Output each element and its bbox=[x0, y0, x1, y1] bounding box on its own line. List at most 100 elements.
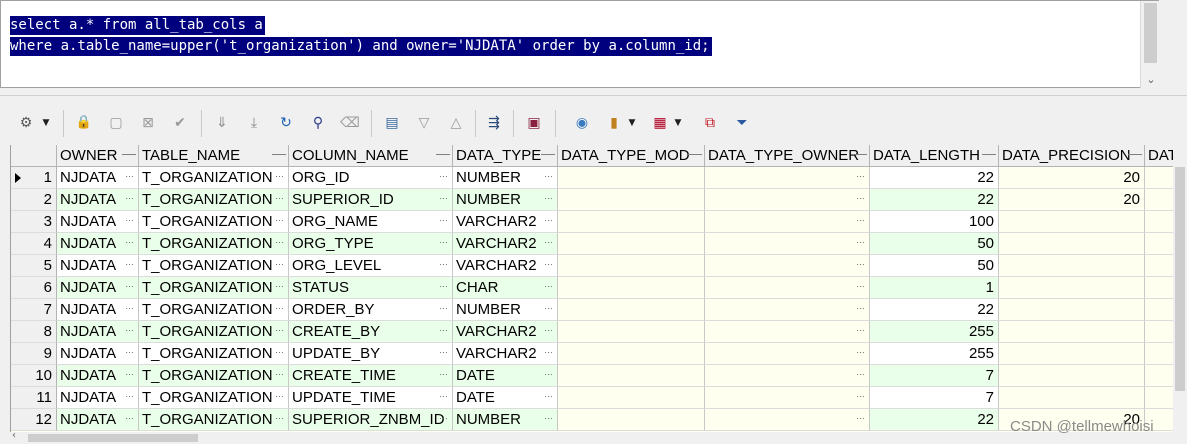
lock-icon[interactable]: 🔒 bbox=[73, 112, 95, 134]
cell-data-type-mod[interactable] bbox=[558, 167, 705, 189]
cell-data-precision[interactable] bbox=[999, 387, 1145, 409]
grid-vscroll-thumb[interactable] bbox=[1175, 167, 1185, 391]
cell-data-type-mod[interactable] bbox=[558, 277, 705, 299]
cell-data-type[interactable]: VARCHAR2… bbox=[453, 321, 558, 343]
editor-vertical-scrollbar[interactable]: ⌄ bbox=[1140, 1, 1160, 89]
editor-grid-splitter[interactable] bbox=[0, 88, 1187, 96]
cell-owner[interactable]: NJDATA… bbox=[57, 189, 139, 211]
cell-column-name[interactable]: ORG_NAME… bbox=[289, 211, 453, 233]
ellipsis-edit-icon[interactable]: … bbox=[275, 409, 284, 423]
ellipsis-edit-icon[interactable]: … bbox=[125, 299, 134, 313]
cell-dat[interactable] bbox=[1145, 321, 1174, 343]
cell-data-type-owner[interactable]: … bbox=[705, 255, 870, 277]
table-row[interactable]: 9 NJDATA… T_ORGANIZATION… UPDATE_BY… VARCHAR… bbox=[11, 343, 1174, 365]
ellipsis-edit-icon[interactable]: … bbox=[275, 189, 284, 203]
ellipsis-edit-icon[interactable]: … bbox=[544, 211, 553, 225]
ellipsis-edit-icon[interactable]: … bbox=[125, 365, 134, 379]
sql-editor[interactable]: select a.* from all_tab_cols a where a.t… bbox=[0, 0, 1160, 89]
cell-table-name[interactable]: T_ORGANIZATION… bbox=[139, 343, 289, 365]
cell-column-name[interactable]: ORDER_BY… bbox=[289, 299, 453, 321]
chevron-down-icon[interactable]: ▼ bbox=[673, 112, 683, 134]
ellipsis-edit-icon[interactable]: … bbox=[275, 321, 284, 335]
clear-icon[interactable]: ⌫ bbox=[339, 112, 361, 134]
table-row[interactable]: 12 NJDATA… T_ORGANIZATION… SUPERIOR_ZNBM_ID… bbox=[11, 409, 1174, 431]
ellipsis-edit-icon[interactable]: … bbox=[439, 277, 448, 291]
cell-data-precision[interactable] bbox=[999, 277, 1145, 299]
grid-settings-icon[interactable]: ⚙ bbox=[15, 112, 37, 134]
cell-column-name[interactable]: UPDATE_TIME… bbox=[289, 387, 453, 409]
cell-data-type-owner[interactable]: … bbox=[705, 343, 870, 365]
cell-data-type[interactable]: VARCHAR2… bbox=[453, 233, 558, 255]
cell-table-name[interactable]: T_ORGANIZATION… bbox=[139, 365, 289, 387]
cell-table-name[interactable]: T_ORGANIZATION… bbox=[139, 211, 289, 233]
ellipsis-edit-icon[interactable]: … bbox=[125, 167, 134, 181]
cell-dat[interactable] bbox=[1145, 277, 1174, 299]
cell-data-type-mod[interactable] bbox=[558, 387, 705, 409]
ellipsis-edit-icon[interactable]: … bbox=[125, 277, 134, 291]
row-number-header[interactable] bbox=[11, 145, 57, 167]
ellipsis-edit-icon[interactable]: … bbox=[856, 299, 865, 313]
cell-data-precision[interactable] bbox=[999, 255, 1145, 277]
ellipsis-edit-icon[interactable]: … bbox=[856, 343, 865, 357]
ellipsis-edit-icon[interactable]: … bbox=[856, 233, 865, 247]
connect-icon[interactable]: ⇶ bbox=[483, 112, 505, 134]
cell-data-type-mod[interactable] bbox=[558, 233, 705, 255]
ellipsis-edit-icon[interactable]: … bbox=[544, 343, 553, 357]
ellipsis-edit-icon[interactable]: … bbox=[439, 409, 448, 423]
cell-data-type-owner[interactable]: … bbox=[705, 387, 870, 409]
grid-vertical-scrollbar[interactable] bbox=[1173, 145, 1187, 432]
ellipsis-edit-icon[interactable]: … bbox=[275, 167, 284, 181]
column-header[interactable]: COLUMN_NAME bbox=[289, 145, 453, 167]
cell-data-precision[interactable]: 20 bbox=[999, 189, 1145, 211]
cell-column-name[interactable]: CREATE_BY… bbox=[289, 321, 453, 343]
ellipsis-edit-icon[interactable]: … bbox=[125, 189, 134, 203]
table-row[interactable]: 8 NJDATA… T_ORGANIZATION… CREATE_BY… VARCHAR… bbox=[11, 321, 1174, 343]
cell-data-type[interactable]: VARCHAR2… bbox=[453, 255, 558, 277]
cell-data-length[interactable]: 255 bbox=[870, 321, 999, 343]
table-row[interactable]: 7 NJDATA… T_ORGANIZATION… ORDER_BY… NUMBER……… bbox=[11, 299, 1174, 321]
cell-dat[interactable] bbox=[1145, 189, 1174, 211]
ellipsis-edit-icon[interactable]: … bbox=[275, 365, 284, 379]
cell-column-name[interactable]: UPDATE_BY… bbox=[289, 343, 453, 365]
cell-data-type[interactable]: VARCHAR2… bbox=[453, 211, 558, 233]
chart-icon[interactable]: ▮ bbox=[603, 112, 625, 134]
cell-data-length[interactable]: 50 bbox=[870, 233, 999, 255]
cell-data-type-mod[interactable] bbox=[558, 189, 705, 211]
ellipsis-edit-icon[interactable]: … bbox=[856, 387, 865, 401]
cell-data-precision[interactable] bbox=[999, 321, 1145, 343]
cell-data-type[interactable]: DATE… bbox=[453, 365, 558, 387]
cell-data-type-owner[interactable]: … bbox=[705, 299, 870, 321]
cell-data-length[interactable]: 50 bbox=[870, 255, 999, 277]
editor-scroll-thumb[interactable] bbox=[1144, 3, 1157, 63]
sort-down-icon[interactable]: ▽ bbox=[413, 112, 435, 134]
cell-table-name[interactable]: T_ORGANIZATION… bbox=[139, 299, 289, 321]
cell-data-type-mod[interactable] bbox=[558, 255, 705, 277]
cell-data-type[interactable]: NUMBER… bbox=[453, 167, 558, 189]
cell-data-length[interactable]: 7 bbox=[870, 387, 999, 409]
query-by-example-icon[interactable]: ▤ bbox=[381, 112, 403, 134]
cell-data-length[interactable]: 22 bbox=[870, 167, 999, 189]
cell-column-name[interactable]: ORG_LEVEL… bbox=[289, 255, 453, 277]
cell-data-precision[interactable] bbox=[999, 365, 1145, 387]
ellipsis-edit-icon[interactable]: … bbox=[544, 233, 553, 247]
cell-owner[interactable]: NJDATA… bbox=[57, 343, 139, 365]
cell-owner[interactable]: NJDATA… bbox=[57, 277, 139, 299]
cell-dat[interactable] bbox=[1145, 365, 1174, 387]
cell-data-length[interactable]: 1 bbox=[870, 277, 999, 299]
cell-owner[interactable]: NJDATA… bbox=[57, 211, 139, 233]
ellipsis-edit-icon[interactable]: … bbox=[439, 299, 448, 313]
cell-dat[interactable] bbox=[1145, 233, 1174, 255]
ellipsis-edit-icon[interactable]: … bbox=[275, 343, 284, 357]
ellipsis-edit-icon[interactable]: … bbox=[275, 299, 284, 313]
ellipsis-edit-icon[interactable]: … bbox=[856, 365, 865, 379]
ellipsis-edit-icon[interactable]: … bbox=[275, 255, 284, 269]
cell-data-type-owner[interactable]: … bbox=[705, 167, 870, 189]
ellipsis-edit-icon[interactable]: … bbox=[125, 255, 134, 269]
ellipsis-edit-icon[interactable]: … bbox=[856, 189, 865, 203]
table-row[interactable]: 1 NJDATA… T_ORGANIZATION… ORG_ID… NUMBER…… 22… bbox=[11, 167, 1174, 189]
cell-table-name[interactable]: T_ORGANIZATION… bbox=[139, 409, 289, 431]
ellipsis-edit-icon[interactable]: … bbox=[544, 255, 553, 269]
ellipsis-edit-icon[interactable]: … bbox=[439, 255, 448, 269]
cell-data-type[interactable]: NUMBER… bbox=[453, 409, 558, 431]
column-header[interactable]: DATA_TYPE bbox=[453, 145, 558, 167]
